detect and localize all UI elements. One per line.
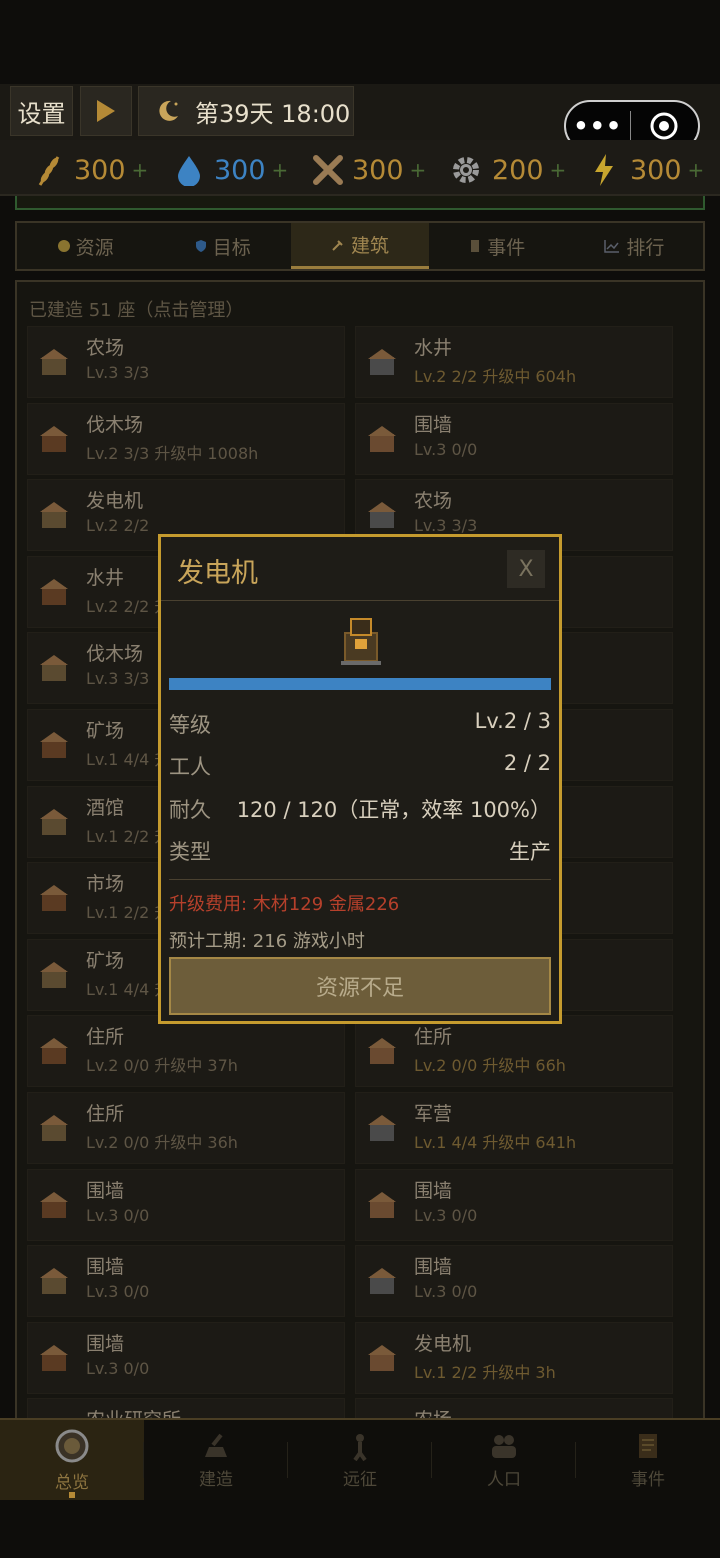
building-detail-modal: 发电机 X 等级 Lv.2 / 3 工人 2 / 2 耐久 120 / 120（正常，… [158, 534, 562, 1024]
nav-build[interactable]: 建造 [144, 1420, 288, 1500]
stat-row-workers: 工人 2 / 2 [169, 751, 551, 779]
close-button[interactable]: X [507, 550, 545, 588]
nav-expedition[interactable]: 远征 [288, 1420, 432, 1500]
stat-row-durability: 耐久 120 / 120（正常，效率 100%） [169, 798, 551, 822]
nav-events[interactable]: 事件 [576, 1420, 720, 1500]
generator-icon [341, 618, 381, 665]
upgrade-button[interactable]: 资源不足 [169, 957, 551, 1015]
modal-title: 发电机 [177, 558, 258, 589]
stat-row-type: 类型 生产 [169, 840, 551, 864]
upgrade-cost: 升级费用: 木材129 金属226 [169, 894, 400, 915]
expedition-icon [353, 1433, 367, 1461]
event-scroll-icon [639, 1433, 657, 1458]
screen-bottom [0, 1500, 720, 1558]
progress-fill [169, 678, 551, 690]
durability-progress-bar [169, 678, 551, 690]
nav-population[interactable]: 人口 [432, 1420, 576, 1500]
upgrade-duration: 预计工期: 216 游戏小时 [169, 931, 365, 952]
modal-header: 发电机 X [161, 537, 559, 601]
modal-divider [169, 879, 551, 880]
active-indicator [69, 1492, 75, 1498]
stat-row-level: 等级 Lv.2 / 3 [169, 709, 551, 737]
build-icon [205, 1433, 227, 1457]
nav-overview[interactable]: 总览 [0, 1420, 144, 1500]
population-icon [492, 1434, 516, 1458]
overview-icon [55, 1429, 89, 1462]
bottom-navigation: 总览 建造 远征 人口 事件 [0, 1418, 720, 1500]
